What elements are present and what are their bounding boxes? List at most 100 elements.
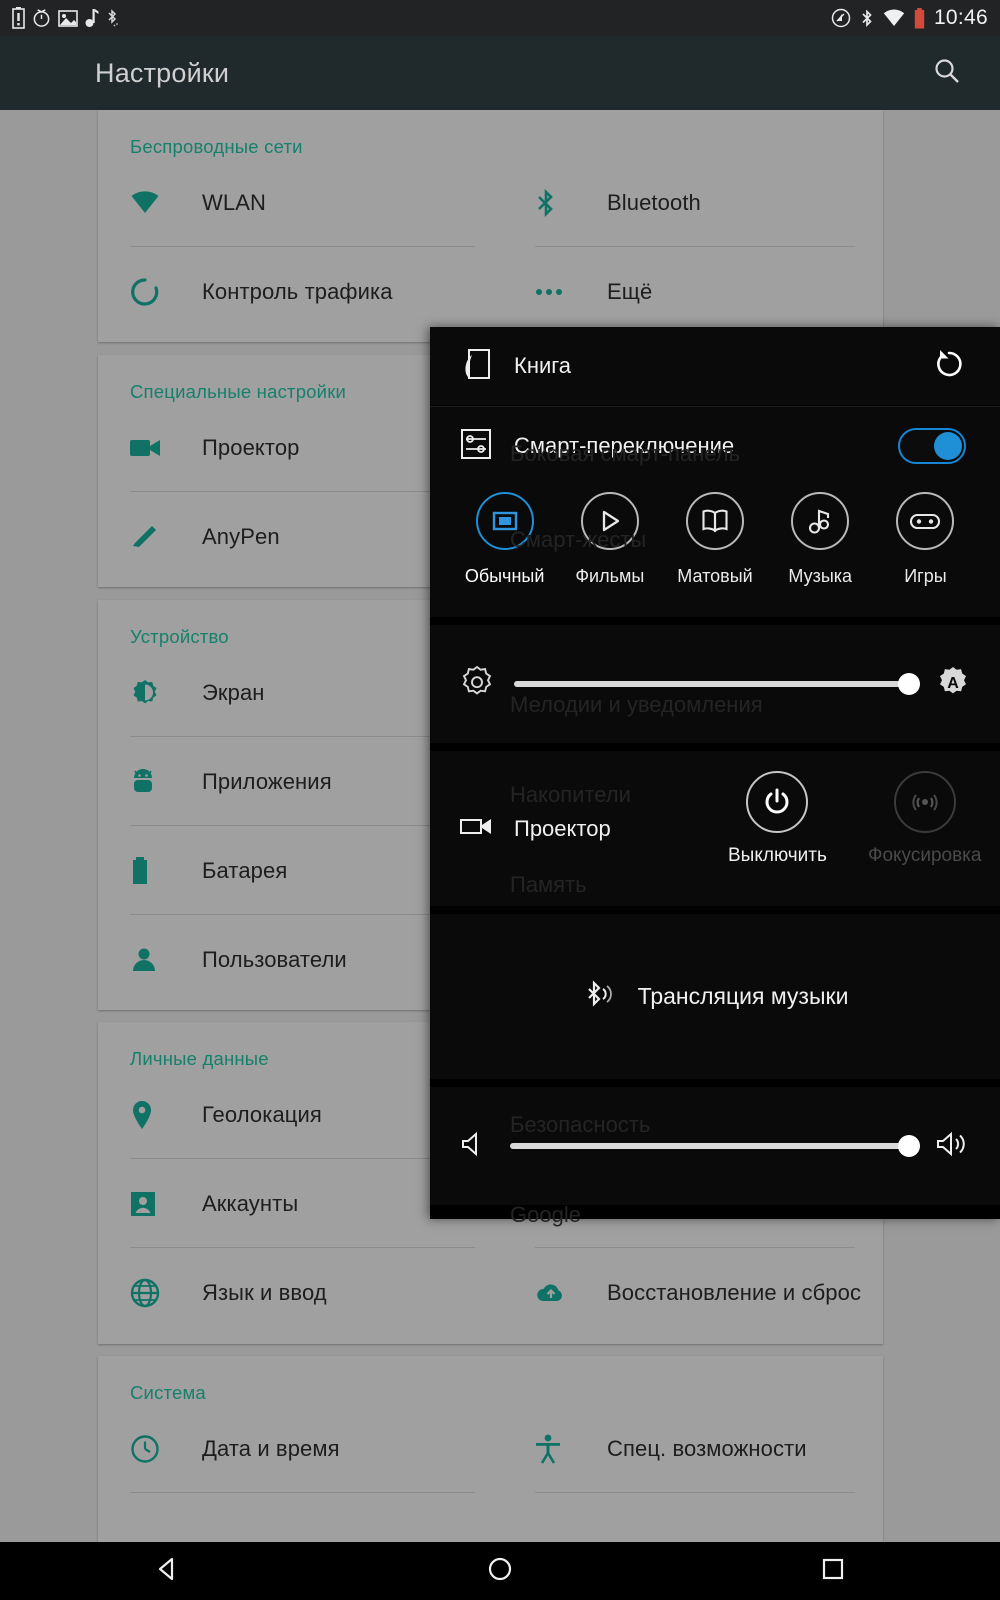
setting-label: Батарея <box>202 857 288 883</box>
back-icon[interactable] <box>152 1554 182 1589</box>
settings-card-wireless: Беспроводные сети WLAN Контроль трафика … <box>98 110 883 342</box>
volume-mute-icon[interactable] <box>460 1129 490 1164</box>
setting-item-wlan[interactable]: WLAN <box>98 158 503 247</box>
setting-label: Аккаунты <box>202 1190 299 1216</box>
settings-card-system: Система Дата и время Спец. возможности <box>98 1356 883 1558</box>
more-icon <box>535 287 591 297</box>
mode-label: Музыка <box>788 566 853 586</box>
setting-label: Проектор <box>202 434 300 460</box>
projector-power-button[interactable]: Выключить <box>728 771 827 867</box>
brightness-slider[interactable] <box>514 673 920 695</box>
setting-label: Дата и время <box>202 1435 340 1461</box>
projector-row: Проектор Выключить Фокусировка <box>430 751 1000 906</box>
setting-label: Восстановление и сброс <box>607 1279 862 1305</box>
display-modes: Обычный Фильмы Матовый Музыка Игры <box>430 486 1000 617</box>
focus-icon <box>893 771 956 833</box>
projector-label: Проектор <box>514 815 611 841</box>
music-note-icon <box>85 9 99 27</box>
setting-label: WLAN <box>202 189 266 215</box>
volume-section <box>430 1087 1000 1205</box>
backup-icon <box>535 1281 591 1305</box>
app-bar: Настройки <box>0 36 1000 110</box>
slider-thumb[interactable] <box>898 1135 920 1157</box>
battery-alert-icon <box>12 7 25 29</box>
wifi-icon <box>130 190 186 215</box>
data-usage-icon <box>130 277 186 307</box>
power-icon <box>746 771 809 833</box>
setting-item-date-time[interactable]: Дата и время <box>98 1404 503 1493</box>
battery-icon <box>914 7 925 28</box>
bluetooth-small-icon <box>108 9 118 27</box>
mode-normal[interactable]: Обычный <box>452 492 557 587</box>
projector-icon <box>460 815 494 842</box>
overlay-header-title: Книга <box>514 353 572 378</box>
bluetooth-audio-label: Трансляция музыки <box>637 983 849 1009</box>
setting-item-bluetooth[interactable]: Bluetooth <box>503 158 883 247</box>
setting-label: Контроль трафика <box>202 278 393 304</box>
setting-item-data-usage[interactable]: Контроль трафика <box>98 247 503 336</box>
search-icon[interactable] <box>932 56 962 91</box>
pen-icon <box>130 522 186 552</box>
mode-label: Обычный <box>464 566 545 586</box>
svg-text:A: A <box>947 675 959 692</box>
bluetooth-icon <box>862 8 872 27</box>
status-bar-left-icons <box>12 7 119 29</box>
person-icon <box>130 946 186 974</box>
normal-screen-icon <box>475 492 534 550</box>
smart-switch-row[interactable]: Смарт-переключение <box>430 406 1000 486</box>
mode-matte[interactable]: Матовый <box>662 492 767 587</box>
recents-icon[interactable] <box>818 1554 848 1589</box>
auto-brightness-icon[interactable]: A <box>936 665 970 704</box>
setting-item-language[interactable]: Язык и ввод <box>98 1248 503 1337</box>
overlay-gap <box>430 617 1000 625</box>
setting-item-more[interactable]: Ещё <box>503 247 883 336</box>
alarm-icon <box>33 9 50 27</box>
mode-label: Матовый <box>677 566 753 586</box>
brightness-section: A <box>430 625 1000 743</box>
play-icon <box>580 492 639 550</box>
overlay-header-section: Книга <box>430 327 1000 405</box>
projector-power-label: Выключить <box>728 845 827 866</box>
status-bar: 10:46 <box>0 0 1000 36</box>
setting-label: Приложения <box>202 768 332 794</box>
volume-up-icon[interactable] <box>936 1129 970 1164</box>
home-icon[interactable] <box>485 1554 515 1589</box>
smart-switch-toggle[interactable] <box>898 428 966 464</box>
music-note-icon <box>791 492 850 550</box>
smart-switch-icon <box>460 428 492 465</box>
status-bar-clock: 10:46 <box>933 6 988 29</box>
setting-label: AnyPen <box>202 523 280 549</box>
mode-music[interactable]: Музыка <box>768 492 873 587</box>
cast-icon <box>831 8 851 28</box>
volume-slider[interactable] <box>510 1135 920 1157</box>
mode-games[interactable]: Игры <box>873 492 978 587</box>
overlay-gap <box>430 743 1000 751</box>
projector-icon <box>130 437 186 459</box>
location-icon <box>130 1100 186 1130</box>
clock-icon <box>130 1434 186 1464</box>
smart-panel-overlay: Боковая смарт-панель Смарт-жесты Мелодии… <box>430 327 1000 1227</box>
bluetooth-icon <box>535 188 591 218</box>
toggle-knob <box>934 432 962 460</box>
mode-movies[interactable]: Фильмы <box>557 492 662 587</box>
screen-root: 10:46 Настройки Беспроводные сети WLAN К… <box>0 0 1000 1600</box>
mode-label: Фильмы <box>575 566 645 586</box>
slider-thumb[interactable] <box>898 673 920 695</box>
setting-label: Bluetooth <box>607 189 701 215</box>
reset-icon[interactable] <box>932 347 966 386</box>
status-bar-right-icons: 10:46 <box>831 6 988 30</box>
setting-label: Пользователи <box>202 946 347 972</box>
overlay-gap <box>430 906 1000 914</box>
language-icon <box>130 1278 186 1308</box>
brightness-row[interactable]: A <box>430 625 1000 743</box>
setting-item-backup-reset[interactable]: Восстановление и сброс <box>503 1248 883 1337</box>
projector-focus-button[interactable]: Фокусировка <box>868 771 981 867</box>
overlay-smart-switch-section: Смарт-переключение Обычный Фильмы Матовы… <box>430 406 1000 617</box>
navigation-bar <box>0 1542 1000 1600</box>
volume-row[interactable] <box>430 1087 1000 1205</box>
bluetooth-audio-row[interactable]: Трансляция музыки <box>430 914 1000 1079</box>
setting-item-accessibility[interactable]: Спец. возможности <box>503 1404 883 1493</box>
setting-label: Ещё <box>607 278 653 304</box>
accessibility-icon <box>535 1434 591 1464</box>
divider <box>535 1492 855 1493</box>
